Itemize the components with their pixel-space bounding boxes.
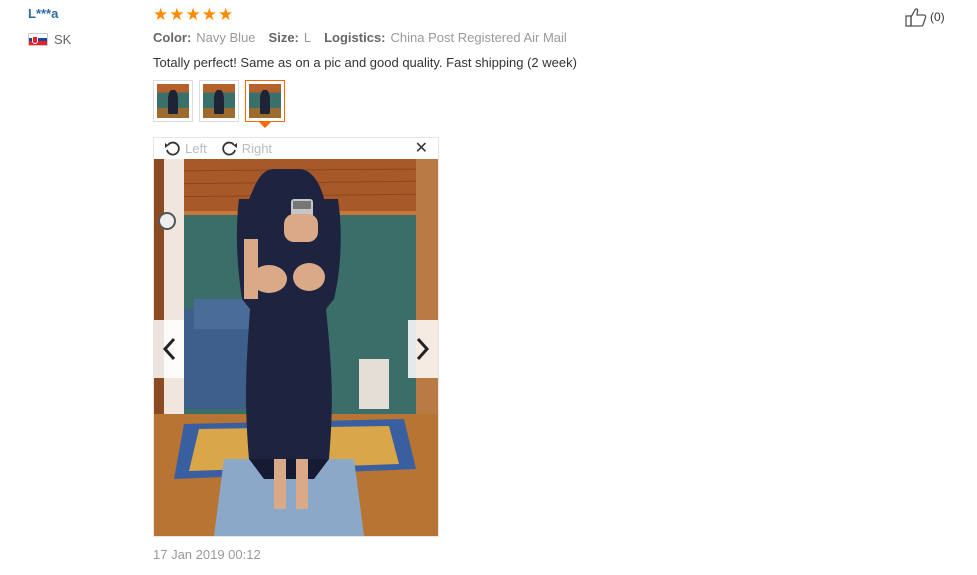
review-photo <box>154 159 438 536</box>
size-info: Size: L <box>269 30 312 45</box>
review-date: 17 Jan 2019 00:12 <box>153 547 261 562</box>
photo-viewer: Left Right ✕ <box>153 137 439 537</box>
review-thumbnail[interactable] <box>153 80 193 122</box>
helpful-count: (0) <box>930 10 945 24</box>
logistics-value: China Post Registered Air Mail <box>390 30 567 45</box>
reviewer-name[interactable]: L***a <box>28 6 58 21</box>
size-value: L <box>303 30 312 45</box>
review-photo-thumbnail <box>203 84 235 118</box>
rotate-left-icon <box>165 141 180 156</box>
country-code: SK <box>54 32 72 47</box>
reviewer-country: SK <box>28 32 71 47</box>
star-icon: ★ <box>153 5 169 24</box>
review-text: Totally perfect! Same as on a pic and go… <box>153 55 577 70</box>
chevron-left-icon <box>162 337 176 361</box>
active-indicator-icon <box>259 122 271 128</box>
rotate-left-button[interactable]: Left <box>164 140 207 157</box>
rotate-right-button[interactable]: Right <box>221 140 272 157</box>
order-info: Color: Navy Blue Size: L Logistics: China P… <box>153 30 567 45</box>
review-thumbnail-active[interactable] <box>245 80 285 128</box>
review-photo-thumbnail <box>249 84 281 118</box>
star-icon: ★ <box>218 5 234 24</box>
star-icon: ★ <box>185 5 201 24</box>
close-icon[interactable]: ✕ <box>415 141 428 157</box>
star-icon: ★ <box>169 5 185 24</box>
rotate-left-label: Left <box>185 141 207 156</box>
review-thumbnails <box>153 80 285 128</box>
rotate-right-icon <box>222 141 237 156</box>
star-icon: ★ <box>201 5 217 24</box>
review-photo-image <box>154 159 438 536</box>
rotate-right-label: Right <box>241 141 273 156</box>
review-thumbnail[interactable] <box>199 80 239 122</box>
star-rating: ★ ★ ★ ★ ★ <box>153 6 233 23</box>
chevron-right-icon <box>416 337 430 361</box>
logistics-label: Logistics: <box>324 30 386 45</box>
color-label: Color: <box>153 30 192 45</box>
previous-photo-button[interactable] <box>154 320 184 378</box>
viewer-toolbar: Left Right ✕ <box>154 138 438 159</box>
review-photo-thumbnail <box>157 84 189 118</box>
slovakia-flag-icon <box>28 33 48 46</box>
color-value: Navy Blue <box>196 30 256 45</box>
helpful-button[interactable]: (0) <box>905 7 945 27</box>
thumbs-up-icon <box>905 8 927 27</box>
color-info: Color: Navy Blue <box>153 30 256 45</box>
next-photo-button[interactable] <box>408 320 438 378</box>
logistics-info: Logistics: China Post Registered Air Mail <box>324 30 567 45</box>
size-label: Size: <box>268 30 299 45</box>
